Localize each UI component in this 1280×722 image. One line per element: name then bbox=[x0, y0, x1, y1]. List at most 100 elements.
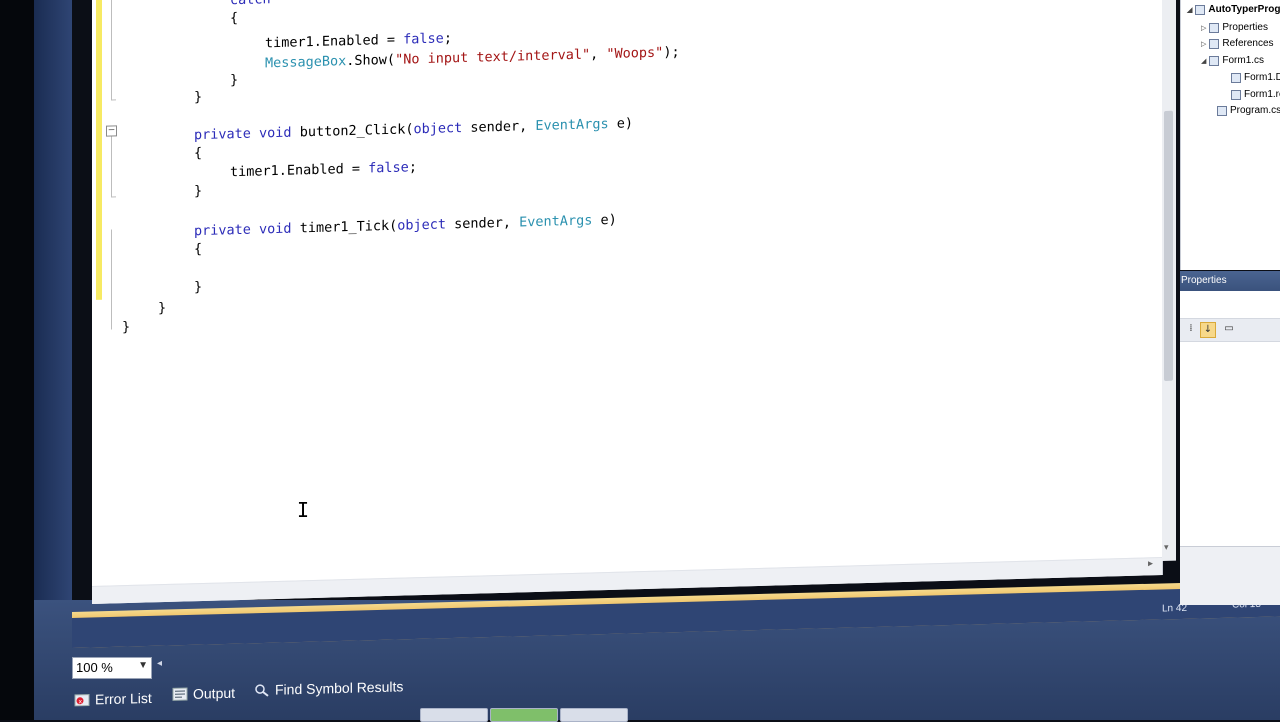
solution-item-form1[interactable]: ◢ Form1.cs bbox=[1201, 55, 1264, 66]
properties-description bbox=[1180, 546, 1280, 605]
outline-guide bbox=[111, 0, 112, 99]
code-token: } bbox=[230, 72, 238, 88]
code-line[interactable]: } bbox=[194, 89, 202, 105]
code-line[interactable]: } bbox=[194, 279, 202, 295]
text-cursor-icon: I bbox=[297, 500, 309, 520]
chevron-down-icon: ▼ bbox=[138, 660, 148, 671]
code-token: false bbox=[368, 159, 409, 176]
categorized-icon[interactable]: ⁞ bbox=[1184, 322, 1198, 336]
solution-item-label: Form1.re bbox=[1244, 89, 1280, 100]
code-token: false bbox=[403, 30, 444, 47]
code-token: private bbox=[194, 222, 251, 240]
code-token: object bbox=[397, 216, 446, 233]
solution-item-label: Form1.cs bbox=[1222, 55, 1264, 66]
cs-file-icon bbox=[1231, 73, 1241, 83]
solution-item-properties[interactable]: ▷ Properties bbox=[1201, 22, 1268, 33]
code-editor[interactable]: − catch { timer1.Enabled = false; MessageBo… bbox=[92, 0, 1163, 604]
tab-error-list-label: Error List bbox=[95, 690, 152, 707]
code-editor-window: − catch { timer1.Enabled = false; MessageBo… bbox=[92, 0, 1182, 612]
solution-item-program[interactable]: Program.cs bbox=[1217, 105, 1280, 116]
solution-item-project[interactable]: ◢ AutoTyperProg bbox=[1187, 4, 1280, 15]
code-token: EventArgs bbox=[519, 212, 592, 230]
properties-folder-icon bbox=[1209, 23, 1219, 33]
code-line[interactable]: { bbox=[194, 145, 202, 161]
solution-item-form1-designer[interactable]: Form1.D bbox=[1231, 72, 1280, 83]
solution-item-label: References bbox=[1222, 38, 1273, 49]
alphabetical-icon[interactable]: ↓ bbox=[1200, 322, 1216, 338]
code-token: } bbox=[122, 319, 130, 335]
properties-toolbar: ⁞ ↓ ▭ bbox=[1180, 318, 1280, 342]
code-token: .Show( bbox=[346, 52, 395, 69]
cs-file-icon bbox=[1217, 106, 1227, 116]
zoom-value: 100 % bbox=[76, 660, 113, 675]
properties-panel-header[interactable]: Properties bbox=[1180, 271, 1280, 291]
code-token: e) bbox=[592, 212, 616, 229]
solution-item-references[interactable]: ▷ References bbox=[1201, 38, 1274, 49]
tab-find-symbol-label: Find Symbol Results bbox=[275, 678, 403, 697]
scroll-right-icon[interactable]: ▸ bbox=[1148, 558, 1153, 569]
code-token: MessageBox bbox=[265, 53, 346, 71]
code-token: } bbox=[194, 279, 202, 295]
code-line[interactable]: private void timer1_Tick(object sender, … bbox=[194, 212, 617, 239]
scroll-left-icon[interactable]: ◂ bbox=[157, 658, 162, 669]
collapse-toggle-icon[interactable]: − bbox=[106, 125, 117, 136]
references-icon bbox=[1209, 39, 1219, 49]
outline-guide bbox=[111, 136, 112, 196]
tab-find-symbol-results[interactable]: Find Symbol Results bbox=[254, 678, 403, 698]
code-token: void bbox=[259, 125, 292, 142]
code-token: , bbox=[590, 46, 606, 62]
code-token: timer1_Tick( bbox=[292, 218, 398, 237]
vertical-scrollbar[interactable]: ▴ ▾ bbox=[1162, 0, 1176, 561]
outline-guide-end bbox=[111, 196, 116, 197]
code-token: catch bbox=[230, 0, 271, 8]
code-token: ; bbox=[409, 159, 417, 175]
taskbar-peek bbox=[380, 708, 680, 720]
solution-item-label: Program.cs bbox=[1230, 105, 1280, 116]
solution-item-form1-resx[interactable]: Form1.re bbox=[1231, 89, 1280, 100]
scroll-thumb[interactable] bbox=[1164, 111, 1173, 381]
code-token: sender, bbox=[462, 118, 535, 136]
tab-output-label: Output bbox=[193, 685, 235, 702]
code-line[interactable]: { bbox=[194, 241, 202, 257]
form-file-icon bbox=[1209, 56, 1219, 66]
code-line[interactable]: catch bbox=[230, 0, 271, 8]
code-token: "No input text/interval" bbox=[395, 47, 590, 68]
project-icon bbox=[1195, 5, 1205, 15]
screen-bezel bbox=[0, 0, 34, 720]
error-list-icon: x bbox=[74, 693, 90, 707]
code-token: } bbox=[194, 89, 202, 105]
code-token: "Woops" bbox=[606, 45, 663, 63]
code-token bbox=[251, 221, 259, 237]
change-tracking-bar bbox=[96, 0, 102, 300]
code-line[interactable]: } bbox=[158, 300, 166, 316]
expand-arrow-icon: ◢ bbox=[1201, 57, 1206, 65]
solution-item-label: Form1.D bbox=[1244, 72, 1280, 83]
code-line[interactable]: timer1.Enabled = false; bbox=[265, 30, 452, 51]
code-line[interactable]: } bbox=[194, 183, 202, 199]
tab-output[interactable]: Output bbox=[172, 685, 235, 703]
scroll-down-icon[interactable]: ▾ bbox=[1164, 543, 1169, 553]
property-pages-icon[interactable]: ▭ bbox=[1222, 322, 1236, 336]
tab-error-list[interactable]: x Error List bbox=[74, 690, 152, 708]
code-token: { bbox=[194, 241, 202, 257]
code-token: object bbox=[413, 120, 462, 137]
code-line[interactable]: } bbox=[230, 72, 238, 88]
output-icon bbox=[172, 687, 188, 701]
code-line[interactable]: timer1.Enabled = false; bbox=[230, 159, 417, 180]
code-token: timer1.Enabled = bbox=[265, 32, 403, 52]
code-token: } bbox=[158, 300, 166, 316]
code-token: timer1.Enabled = bbox=[230, 161, 368, 181]
collapsed-arrow-icon: ▷ bbox=[1201, 40, 1206, 48]
code-token: { bbox=[230, 10, 238, 26]
properties-panel-title: Properties bbox=[1181, 275, 1227, 286]
code-line[interactable]: private void button2_Click(object sender… bbox=[194, 115, 633, 143]
code-line[interactable]: { bbox=[230, 10, 238, 26]
code-token: ); bbox=[663, 44, 679, 60]
solution-item-label: Properties bbox=[1222, 22, 1268, 33]
solution-item-label: AutoTyperProg bbox=[1208, 4, 1280, 15]
resx-file-icon bbox=[1231, 90, 1241, 100]
outline-guide-end bbox=[111, 99, 116, 100]
collapsed-arrow-icon: ▷ bbox=[1201, 24, 1206, 32]
code-line[interactable]: } bbox=[122, 319, 130, 335]
outline-guide bbox=[111, 229, 112, 329]
